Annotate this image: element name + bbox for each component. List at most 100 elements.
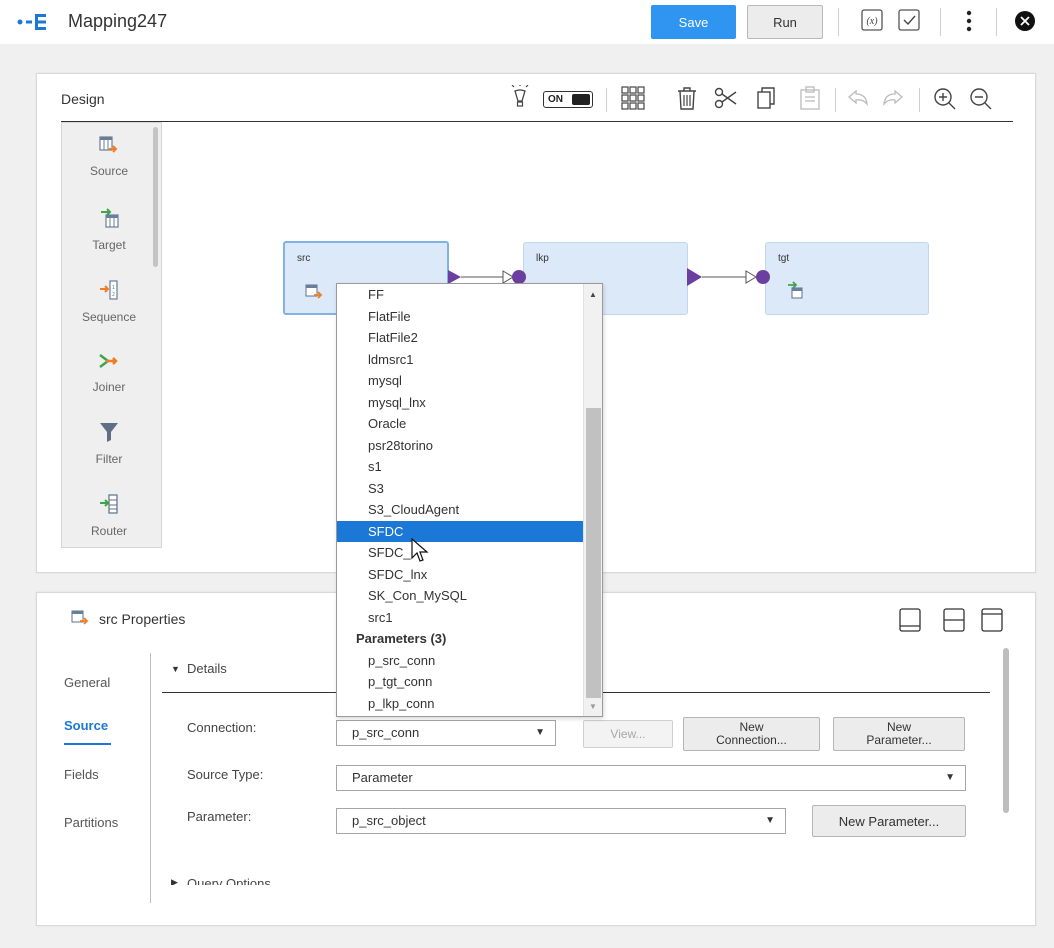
dropdown-option[interactable]: FlatFile (337, 306, 584, 327)
chevron-down-icon: ▼ (945, 772, 955, 783)
source-type-value: Parameter (352, 770, 413, 785)
dropdown-option[interactable]: mysql (337, 370, 584, 391)
dropdown-option[interactable]: s1 (337, 456, 584, 477)
dropdown-option[interactable]: SFDC (337, 520, 584, 542)
toggle-label: ON (548, 94, 563, 105)
button-label-line: New (886, 720, 911, 734)
copy-icon[interactable] (756, 86, 778, 110)
design-divider (61, 121, 1013, 122)
cut-icon[interactable] (714, 87, 738, 109)
tab-partitions[interactable]: Partitions (64, 815, 118, 830)
expression-icon[interactable]: (x) (861, 9, 883, 31)
palette-label: Target (92, 238, 126, 252)
view-connection-button[interactable]: View... (583, 720, 673, 748)
target-icon (101, 208, 119, 228)
palette-label: Source (89, 164, 129, 178)
scroll-down-icon[interactable]: ▼ (589, 702, 597, 711)
query-options-section[interactable]: ▶ Query Options (167, 875, 327, 885)
dropdown-scrollbar[interactable]: ▲ ▼ (583, 284, 602, 716)
dock-top-icon[interactable] (981, 608, 1003, 632)
app-title: Mapping247 (68, 11, 168, 31)
joiner-icon (99, 354, 118, 368)
validate-icon[interactable] (898, 9, 920, 31)
close-icon[interactable] (1014, 10, 1036, 32)
parameter-select[interactable]: p_src_object ▼ (336, 808, 786, 834)
dropdown-option[interactable]: Oracle (337, 413, 584, 434)
dropdown-option[interactable]: mysql_lnx (337, 392, 584, 413)
dropdown-option[interactable]: SFDC_lnx (337, 564, 584, 585)
node-name: src (297, 253, 311, 264)
palette-label: Joiner (92, 380, 126, 394)
tab-source[interactable]: Source (64, 718, 108, 733)
transformation-palette: Source Target 1 2 Sequence Joiner Filter… (61, 122, 162, 548)
run-button[interactable]: Run (747, 5, 823, 39)
auto-arrange-toggle[interactable]: ON (543, 91, 593, 108)
mapping-node-tgt[interactable]: tgt (765, 242, 929, 315)
zoom-out-icon[interactable] (969, 87, 993, 111)
dropdown-option[interactable]: p_tgt_conn (337, 671, 584, 692)
chevron-down-icon: ▼ (535, 727, 545, 738)
new-connection-button[interactable]: New Connection... (683, 717, 820, 751)
connection-label: Connection: (187, 720, 257, 735)
source-icon (305, 284, 323, 299)
dropdown-option[interactable]: src1 (337, 607, 584, 628)
tab-fields[interactable]: Fields (64, 767, 99, 782)
properties-title: src Properties (99, 611, 186, 627)
router-icon (100, 494, 118, 514)
grid-icon[interactable] (621, 86, 645, 110)
save-button[interactable]: Save (651, 5, 736, 39)
svg-text:1: 1 (112, 285, 115, 291)
palette-item-source[interactable]: Source (62, 135, 156, 178)
palette-item-filter[interactable]: Filter (62, 421, 156, 466)
toggle-knob (572, 94, 590, 105)
palette-label: Sequence (81, 310, 137, 324)
dropdown-option[interactable]: p_src_conn (337, 650, 584, 671)
dropdown-option[interactable]: psr28torino (337, 435, 584, 456)
palette-item-router[interactable]: Router (62, 493, 156, 538)
properties-scrollbar[interactable] (1003, 648, 1009, 813)
dock-bottom-icon[interactable] (899, 608, 921, 632)
chevron-down-icon: ▼ (765, 815, 775, 826)
scroll-up-icon[interactable]: ▲ (589, 290, 597, 299)
dropdown-option[interactable]: S3_CloudAgent (337, 499, 584, 520)
source-icon (99, 136, 118, 153)
new-parameter-connection-button[interactable]: New Parameter... (833, 717, 965, 751)
dropdown-option[interactable]: FF (337, 284, 584, 305)
delete-icon[interactable] (676, 86, 698, 110)
tab-divider (150, 653, 151, 903)
dock-half-icon[interactable] (943, 608, 965, 632)
dropdown-option[interactable]: S3 (337, 478, 584, 499)
active-tab-indicator (64, 743, 111, 745)
toolbar-divider (940, 8, 941, 36)
details-section-title[interactable]: Details (187, 661, 227, 676)
svg-text:(x): (x) (866, 16, 878, 27)
collapse-caret-icon[interactable]: ▼ (171, 664, 180, 674)
design-title: Design (61, 91, 105, 107)
zoom-in-icon[interactable] (933, 87, 957, 111)
toolbar-divider (838, 8, 839, 36)
dropdown-option[interactable]: ldmsrc1 (337, 349, 584, 370)
sequence-icon: 1 2 (100, 280, 118, 300)
new-parameter-button[interactable]: New Parameter... (812, 805, 966, 837)
svg-text:2: 2 (112, 292, 115, 298)
palette-item-sequence[interactable]: 1 2 Sequence (62, 279, 156, 324)
dropdown-option[interactable]: SFDC_ (337, 542, 584, 563)
source-type-select[interactable]: Parameter ▼ (336, 765, 966, 791)
tab-general[interactable]: General (64, 675, 110, 690)
connection-select[interactable]: p_src_conn ▼ (336, 720, 556, 746)
palette-item-target[interactable]: Target (62, 207, 156, 252)
connection-dropdown-list[interactable]: FF FlatFile FlatFile2 ldmsrc1 mysql mysql_lnx… (336, 283, 603, 717)
dropdown-scroll-thumb[interactable] (586, 408, 601, 698)
palette-label: Filter (95, 452, 123, 466)
dropdown-option[interactable]: SK_Con_MySQL (337, 585, 584, 606)
link-lkp-tgt[interactable] (686, 264, 771, 294)
palette-item-joiner[interactable]: Joiner (62, 351, 156, 394)
source-icon (71, 610, 89, 625)
more-menu-icon[interactable] (965, 10, 973, 32)
design-toolbar-divider (835, 88, 836, 112)
dropdown-option[interactable]: p_lkp_conn (337, 693, 584, 714)
dropdown-option[interactable]: FlatFile2 (337, 327, 584, 348)
query-options-title: Query Options (187, 876, 271, 885)
lightbulb-icon[interactable] (510, 85, 530, 111)
toolbar-divider (996, 8, 997, 36)
